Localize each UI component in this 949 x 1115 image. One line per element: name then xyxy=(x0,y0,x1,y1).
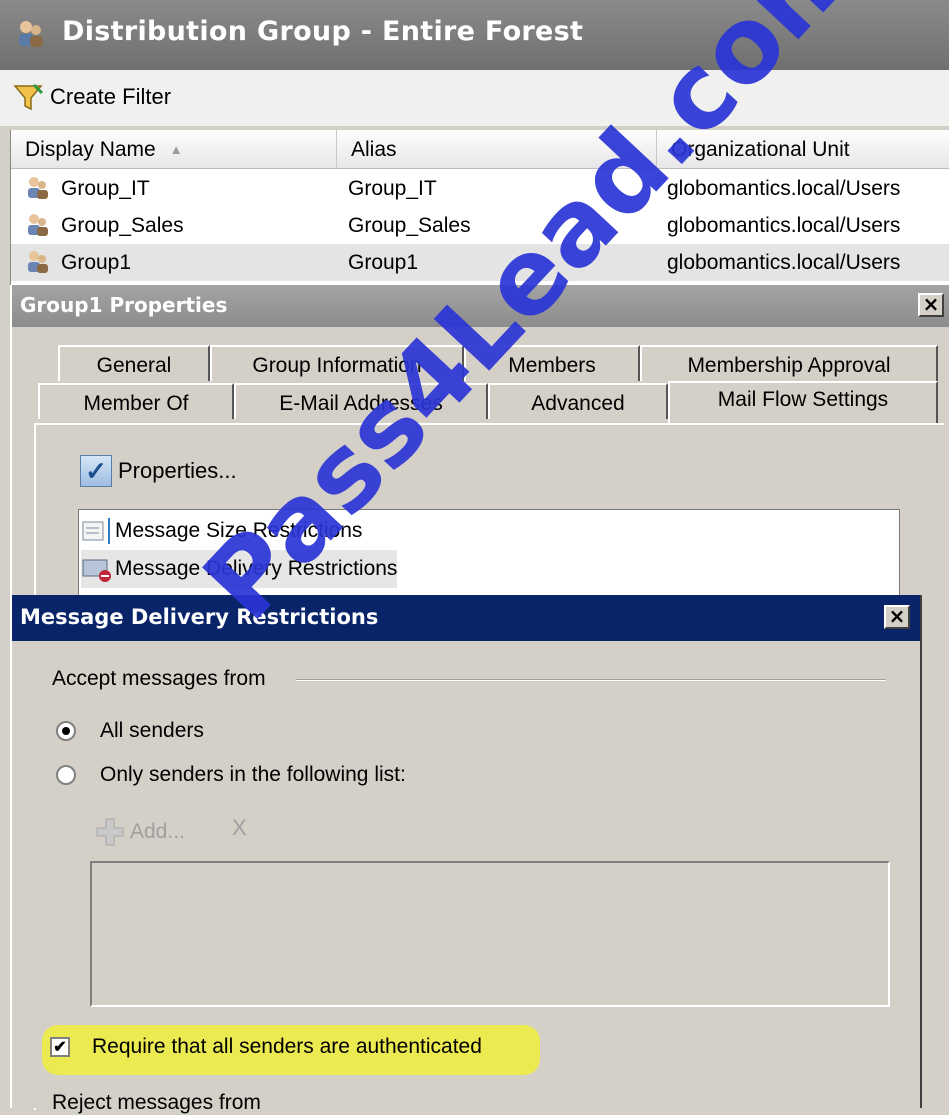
checkbox-label: Require that all senders are authenticat… xyxy=(92,1035,482,1058)
group-icon xyxy=(19,21,43,47)
create-filter-button[interactable]: Create Filter xyxy=(12,78,171,116)
properties-title: Group1 Properties xyxy=(20,293,228,317)
size-restriction-icon xyxy=(82,518,110,544)
tab-label: Member Of xyxy=(83,392,189,415)
cell-ou: globomantics.local/Users xyxy=(667,214,901,237)
accept-messages-label: Accept messages from xyxy=(52,667,266,690)
add-icon xyxy=(96,818,124,846)
cell-alias: Group1 xyxy=(348,251,419,274)
cell-alias: Group_Sales xyxy=(348,214,471,237)
column-header-display-name[interactable]: Display Name ▲ xyxy=(11,130,337,168)
require-authentication-checkbox[interactable]: ✔ Require that all senders are authentic… xyxy=(50,1035,482,1059)
dialog-close-button[interactable]: × xyxy=(884,605,910,629)
tab-label: Advanced xyxy=(531,392,625,415)
radio-all-senders[interactable]: All senders xyxy=(56,719,204,743)
tab-mail-flow-settings[interactable]: Mail Flow Settings xyxy=(668,381,938,423)
remove-icon[interactable]: X xyxy=(232,815,247,841)
radio-label: All senders xyxy=(100,719,204,742)
radio-only-senders-in-list[interactable]: Only senders in the following list: xyxy=(56,763,406,787)
sender-list-box[interactable] xyxy=(90,861,890,1007)
table-row[interactable]: Group_IT Group_IT globomantics.local/Use… xyxy=(11,170,949,207)
cell-alias: Group_IT xyxy=(348,177,437,200)
filter-icon xyxy=(13,83,44,111)
tab-member-of[interactable]: Member Of xyxy=(38,383,234,419)
distribution-group-icon xyxy=(28,251,48,273)
group-divider xyxy=(296,679,886,681)
add-button-label: Add... xyxy=(130,820,185,843)
properties-button-label: Properties... xyxy=(118,458,237,483)
close-icon: × xyxy=(922,292,940,316)
toolbar: Create Filter xyxy=(0,70,949,126)
add-button-disabled[interactable]: Add... xyxy=(92,815,185,849)
close-icon: × xyxy=(888,604,906,628)
cell-display-name: Group1 xyxy=(61,251,132,274)
dialog-title: Message Delivery Restrictions xyxy=(20,605,379,629)
tab-label: General xyxy=(96,354,172,377)
cell-display-name: Group_Sales xyxy=(61,214,184,237)
sort-ascending-icon: ▲ xyxy=(169,142,183,158)
distribution-group-icon xyxy=(28,214,48,236)
column-header-label: Alias xyxy=(351,138,397,161)
cell-display-name: Group_IT xyxy=(61,177,150,200)
properties-check-icon: ✓ xyxy=(80,455,112,487)
tab-general[interactable]: General xyxy=(58,345,210,381)
create-filter-label: Create Filter xyxy=(50,84,172,109)
window-title: Distribution Group - Entire Forest xyxy=(62,16,584,47)
tab-label: Membership Approval xyxy=(687,354,891,377)
radio-button xyxy=(56,765,76,785)
radio-button xyxy=(56,721,76,741)
column-header-label: Display Name xyxy=(25,138,156,161)
grid-header: Display Name ▲ Alias Organizational Unit xyxy=(11,130,949,169)
distribution-group-icon xyxy=(28,177,48,199)
message-delivery-restrictions-dialog: Message Delivery Restrictions × Accept m… xyxy=(10,595,922,1114)
delivery-restriction-icon xyxy=(82,559,111,582)
dialog-title-bar: Message Delivery Restrictions × xyxy=(12,595,920,641)
tab-membership-approval[interactable]: Membership Approval xyxy=(640,345,938,381)
radio-label: Only senders in the following list: xyxy=(100,763,406,786)
properties-close-button[interactable]: × xyxy=(918,293,944,317)
tab-label: Mail Flow Settings xyxy=(717,388,889,411)
tab-advanced[interactable]: Advanced xyxy=(488,383,668,419)
cell-ou: globomantics.local/Users xyxy=(667,251,901,274)
properties-button[interactable]: ✓ Properties... xyxy=(80,455,237,487)
checkbox: ✔ xyxy=(50,1037,70,1057)
reject-messages-label: Reject messages from xyxy=(52,1091,261,1114)
